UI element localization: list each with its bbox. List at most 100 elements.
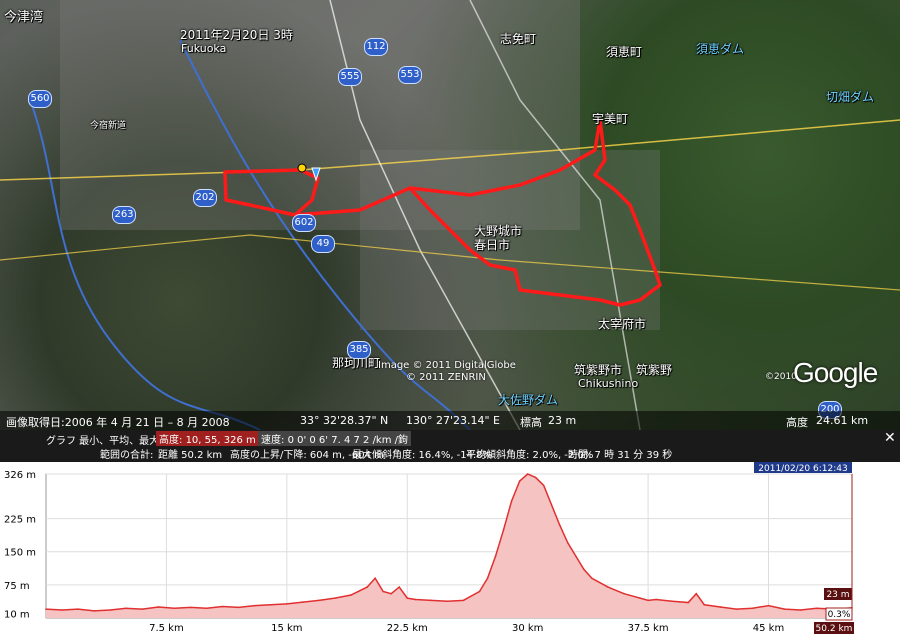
elevation-point <box>575 555 577 557</box>
elevation-point <box>157 606 160 608</box>
elevation-point <box>558 524 561 527</box>
cursor-elev-label: 23 m <box>826 590 849 600</box>
elevation-point <box>534 476 537 479</box>
close-icon[interactable]: ✕ <box>884 430 896 446</box>
elevation-point <box>494 555 497 557</box>
graph-header: グラフ 最小、平均、最大 高度: 10, 55, 326 m 速度: 0 0' … <box>0 430 900 462</box>
elevation-point <box>510 500 513 502</box>
elevation-point <box>735 608 738 610</box>
x-tick-label: 22.5 km <box>387 623 428 634</box>
road-label: 今宿新道 <box>90 121 127 131</box>
road-shield: 263 <box>112 206 136 224</box>
elevation-point <box>398 586 401 588</box>
chart-svg: 10 m 75 m 150 m 225 m 326 m 7.5 km 15 km 22.5 k… <box>4 462 854 634</box>
x-tick-label: 15 km <box>271 623 302 634</box>
imagery-credit-line: Image © 2011 DigitalGlobe <box>378 360 516 371</box>
x-tick-label: 30 km <box>512 623 543 634</box>
elevation-toggle[interactable]: 高度: 10, 55, 326 m <box>156 431 259 446</box>
map-view[interactable]: 今津湾 Fukuoka 2011年2月20日 3時 志免町 須恵町 須恵ダム 切… <box>0 0 900 430</box>
elevation-point <box>109 609 112 611</box>
place-label: 須恵町 <box>606 45 643 59</box>
elevation-point <box>502 528 505 531</box>
elevation-point <box>334 597 336 599</box>
elevation-point <box>61 609 63 611</box>
elevation-point <box>221 605 224 608</box>
elevation-point <box>406 597 409 599</box>
y-tick-label: 150 m <box>4 548 36 559</box>
elevation-point <box>703 603 706 606</box>
road-shield: 602 <box>292 214 316 232</box>
speed-toggle-label: 速度: <box>261 435 285 446</box>
elevation-point <box>695 592 698 595</box>
elevation-point <box>567 542 569 544</box>
elevation-point <box>639 597 641 599</box>
elevation-point <box>93 610 95 612</box>
y-tick-label: 10 m <box>4 610 30 621</box>
longitude: 130° 27'23.14" E <box>406 414 501 427</box>
road-shield: 560 <box>28 90 52 108</box>
x-tick-label: 45 km <box>753 623 784 634</box>
range-total-label: 範囲の合計: <box>100 450 154 461</box>
duration-value: 時間: 7 時 31 分 39 秒 <box>568 450 673 461</box>
road-shield: 112 <box>364 38 388 56</box>
elevation-point <box>253 604 256 607</box>
elevation-point <box>550 504 553 507</box>
timestamp-text: 2011/02/20 6:12:43 <box>758 464 847 474</box>
place-label: 須恵ダム <box>696 42 745 56</box>
elevation-value: 23 m <box>548 414 577 427</box>
elevation-point <box>366 586 368 588</box>
elevation-point <box>446 600 449 603</box>
elevation-point <box>815 607 818 610</box>
elevation-point <box>374 577 376 580</box>
elevation-point <box>318 599 320 602</box>
imagery-date: 画像取得日:2006 年 4 月 21 日 – 8 月 2008 <box>6 416 230 429</box>
place-label: Fukuoka <box>181 42 227 55</box>
elevation-point <box>783 608 786 610</box>
place-label: 筑紫野市 <box>574 363 623 377</box>
y-tick-label: 75 m <box>4 581 30 592</box>
road-shield: 555 <box>338 68 362 86</box>
place-label: 今津湾 <box>4 10 44 25</box>
elevation-point <box>45 608 47 610</box>
elevation-point <box>591 577 593 580</box>
place-label: 太宰府市 <box>598 317 647 331</box>
google-logo: Google <box>793 357 878 388</box>
elevation-point <box>390 592 392 595</box>
y-tick-label: 225 m <box>4 515 36 526</box>
elevation-point <box>430 599 433 602</box>
elevation-toggle-label: 高度: <box>159 435 183 446</box>
elevation-point <box>414 598 417 601</box>
elevation-point <box>687 601 690 604</box>
elevation-profile-panel: グラフ 最小、平均、最大 高度: 10, 55, 326 m 速度: 0 0' … <box>0 430 900 635</box>
elevation-point <box>350 594 352 596</box>
elevation-point <box>671 600 673 603</box>
elevation-point <box>286 603 288 605</box>
elevation-point <box>478 590 481 593</box>
elevation-point <box>462 599 465 602</box>
speed-toggle[interactable]: 速度: 0 0' 0 6' 7. 4 7 2 /km /鉤 <box>258 431 412 446</box>
elevation-point <box>518 480 521 482</box>
place-label: Chikushino <box>578 377 639 390</box>
elevation-point <box>719 606 722 608</box>
elevation-stats-value: 10, 55, 326 m <box>185 435 256 446</box>
elevation-point <box>526 473 529 475</box>
place-label: 宇美町 <box>592 112 629 126</box>
x-tick-label: 37.5 km <box>628 623 669 634</box>
tour-timestamp-label: 2011年2月20日 3時 <box>180 28 293 42</box>
status-bar: 画像取得日:2006 年 4 月 21 日 – 8 月 2008 33° 32'… <box>0 411 900 430</box>
road-shield: 385 <box>347 341 371 359</box>
graph-stats-label: グラフ 最小、平均、最大 <box>46 436 160 447</box>
elevation-point <box>623 592 625 595</box>
elevation-point <box>767 604 770 607</box>
place-label: 切畑ダム <box>826 90 875 104</box>
latitude: 33° 32'28.37" N <box>300 414 389 427</box>
elevation-point <box>205 607 208 610</box>
imagery-credit: Image © 2011 DigitalGlobe © 2011 ZENRIN <box>378 360 516 384</box>
place-label: 春日市 <box>474 238 511 252</box>
place-label: 志免町 <box>500 32 537 46</box>
elevation-point <box>542 484 545 487</box>
x-tick-label: 7.5 km <box>149 623 184 634</box>
elevation-point <box>799 609 802 611</box>
cursor-slope-label: 0.3% <box>828 610 851 620</box>
elevation-chart[interactable]: 10 m 75 m 150 m 225 m 326 m 7.5 km 15 km 22.5 k… <box>0 462 900 635</box>
